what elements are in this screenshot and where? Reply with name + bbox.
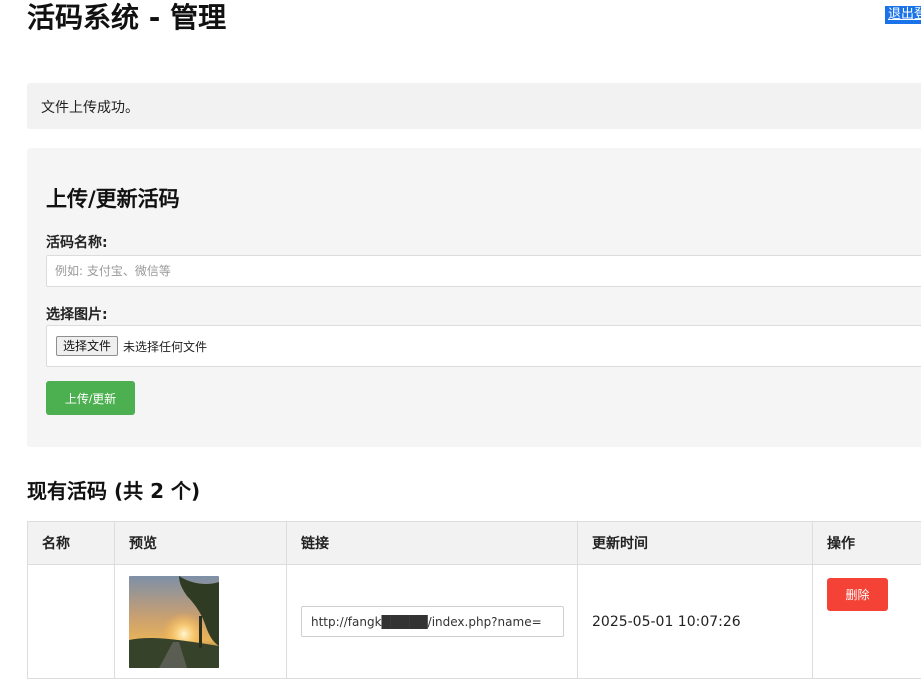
qr-code-table: 名称 预览 链接 更新时间 操作 bbox=[27, 521, 921, 679]
file-field-label: 选择图片: bbox=[46, 304, 108, 324]
table-row: 2025-05-01 10:07:26 删除 bbox=[28, 565, 921, 679]
row-preview-cell bbox=[115, 565, 287, 679]
file-picker: 选择文件 未选择任何文件 bbox=[46, 325, 921, 367]
upload-form-panel: 上传/更新活码 活码名称: 选择图片: 选择文件 未选择任何文件 上传/更新 bbox=[27, 148, 921, 447]
flash-message-box: 文件上传成功。 bbox=[27, 83, 921, 129]
column-header-preview: 预览 bbox=[115, 522, 287, 565]
row-actions-cell: 删除 bbox=[813, 565, 921, 679]
list-title: 现有活码 (共 2 个) bbox=[27, 478, 200, 504]
choose-file-button[interactable]: 选择文件 bbox=[56, 336, 118, 356]
row-updated-cell: 2025-05-01 10:07:26 bbox=[578, 565, 813, 679]
delete-button[interactable]: 删除 bbox=[827, 578, 888, 611]
file-status-text: 未选择任何文件 bbox=[123, 338, 207, 355]
column-header-link: 链接 bbox=[287, 522, 578, 565]
row-name-cell bbox=[28, 565, 115, 679]
page-title: 活码系统 - 管理 bbox=[27, 0, 226, 36]
name-field-label: 活码名称: bbox=[46, 232, 108, 252]
form-title: 上传/更新活码 bbox=[46, 185, 180, 213]
column-header-actions: 操作 bbox=[813, 522, 921, 565]
row-link-cell bbox=[287, 565, 578, 679]
qr-name-input[interactable] bbox=[46, 255, 921, 287]
flash-message-text: 文件上传成功。 bbox=[41, 97, 139, 117]
upload-update-button[interactable]: 上传/更新 bbox=[46, 381, 135, 415]
preview-thumbnail-image[interactable] bbox=[129, 576, 219, 668]
column-header-updated: 更新时间 bbox=[578, 522, 813, 565]
logout-link[interactable]: 退出登录 bbox=[885, 6, 921, 24]
column-header-name: 名称 bbox=[28, 522, 115, 565]
qr-link-field[interactable] bbox=[301, 606, 564, 637]
table-header-row: 名称 预览 链接 更新时间 操作 bbox=[28, 522, 921, 565]
